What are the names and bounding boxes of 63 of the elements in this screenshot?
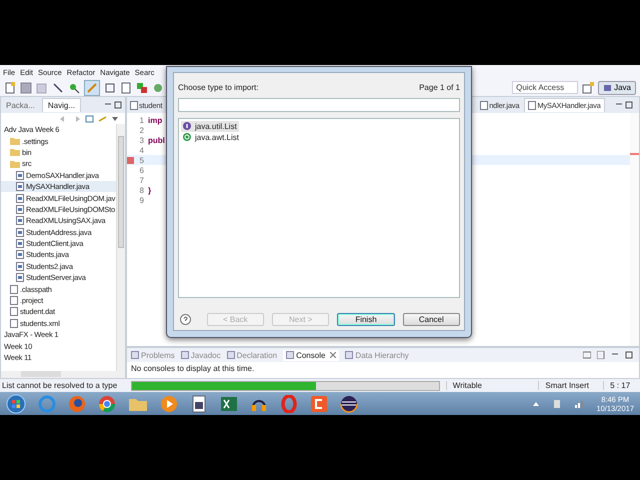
error-marker-icon[interactable]: [127, 156, 134, 164]
display-console-icon[interactable]: [583, 351, 591, 359]
scrollbar[interactable]: [116, 124, 125, 371]
view-tab[interactable]: Navig...: [42, 98, 82, 112]
ring-icon[interactable]: [280, 394, 298, 412]
start-orb-icon[interactable]: [6, 394, 26, 414]
java-file-icon: [130, 100, 138, 110]
status-field: Smart Insert: [538, 381, 598, 390]
horizontal-scrollbar[interactable]: [1, 371, 125, 378]
open-perspective-icon[interactable]: [582, 82, 594, 94]
new-console-icon[interactable]: [597, 351, 605, 359]
maximize-icon[interactable]: [114, 101, 122, 109]
type-item[interactable]: java.util.List: [181, 120, 239, 132]
wheel-icon[interactable]: [98, 394, 116, 412]
console-message: No consoles to display at this time.: [130, 363, 256, 375]
document-icon[interactable]: [120, 82, 132, 94]
view-icon: [131, 351, 139, 359]
line-number: 2: [138, 126, 144, 134]
line-number: 9: [138, 196, 144, 204]
signal-icon[interactable]: [574, 398, 584, 408]
play-icon[interactable]: [160, 394, 178, 412]
line-number: 3: [138, 136, 144, 144]
line-number: 1: [138, 116, 144, 124]
code-text: }: [148, 186, 152, 194]
java-file-icon: [528, 101, 536, 110]
view-icon: [286, 351, 294, 359]
quick-access-field[interactable]: Quick Access: [512, 81, 578, 94]
view-tab[interactable]: Packa...: [1, 98, 40, 112]
close-icon[interactable]: [330, 352, 336, 358]
line-number: 7: [138, 176, 144, 184]
square-icon[interactable]: [310, 394, 328, 412]
java-file-icon: [480, 100, 488, 110]
view-icon: [226, 351, 235, 359]
line-number: 5: [138, 156, 144, 164]
line-number: 8: [138, 186, 144, 194]
view-tab[interactable]: Console: [283, 350, 340, 360]
class-icon: [183, 133, 191, 142]
show-hidden-icons[interactable]: [532, 400, 540, 408]
link-icon[interactable]: [98, 114, 107, 122]
status-message: List cannot be resolved to a type: [1, 381, 118, 390]
java-perspective-button[interactable]: Java: [598, 80, 636, 94]
maximize-icon[interactable]: [625, 101, 633, 109]
type-item[interactable]: java.awt.List: [181, 132, 239, 143]
maximize-icon[interactable]: [625, 351, 633, 359]
spreadsheet-icon[interactable]: [220, 394, 238, 412]
status-field: Writable: [446, 381, 532, 390]
page-label: Page 1 of 1: [419, 83, 460, 92]
run-config-icon[interactable]: [136, 82, 148, 94]
view-icon: [345, 351, 354, 359]
view-icon: [180, 351, 189, 359]
help-icon[interactable]: [180, 314, 191, 325]
interface-icon: [183, 122, 191, 130]
new-file-icon[interactable]: [4, 82, 16, 94]
dialog-button[interactable]: Finish: [337, 313, 395, 326]
code-text: publ: [148, 136, 165, 144]
line-number: 4: [138, 146, 144, 154]
collapse-icon[interactable]: [85, 114, 94, 122]
dialog-button[interactable]: Cancel: [402, 313, 460, 326]
line-number: 6: [138, 166, 144, 174]
status-field: 5 : 17: [603, 381, 640, 390]
filter-field[interactable]: [178, 98, 460, 112]
prompt-label: Choose type to import:: [178, 83, 258, 92]
code-text: imp: [148, 116, 162, 124]
